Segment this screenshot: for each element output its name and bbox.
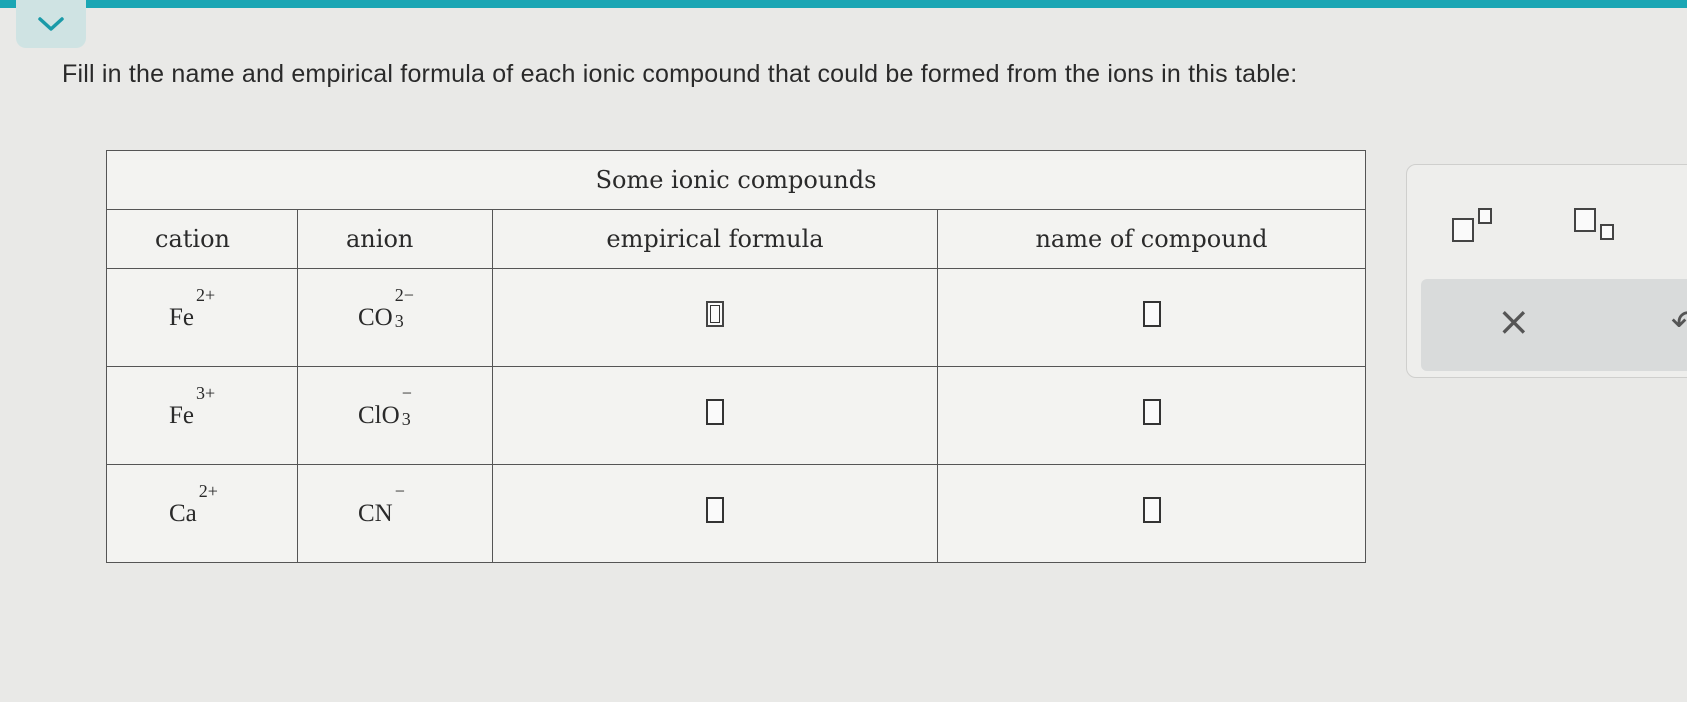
- compound-name-input[interactable]: [1142, 301, 1161, 327]
- table-row: Ca 2+ CN −: [106, 464, 1366, 563]
- subscript-template-icon: [1574, 208, 1614, 240]
- anion-charge: −: [394, 480, 405, 501]
- header-cation: cation: [106, 209, 298, 269]
- question-prompt: Fill in the name and empirical formula o…: [62, 60, 1298, 88]
- empirical-formula-input[interactable]: [706, 497, 724, 523]
- tool-action-bar: × ↶: [1421, 279, 1687, 371]
- chevron-down-icon: [38, 17, 64, 31]
- cation-charge: 3+: [196, 382, 216, 403]
- cation-charge: 2+: [198, 480, 218, 501]
- subscript-button[interactable]: [1571, 207, 1627, 248]
- anion-symbol: ClO: [358, 401, 400, 429]
- anion-cell: CN −: [297, 464, 493, 563]
- cation-symbol: Fe: [169, 401, 194, 429]
- empirical-formula-cell: [492, 268, 938, 367]
- superscript-button[interactable]: [1449, 207, 1505, 248]
- top-accent-bar: [0, 0, 1687, 8]
- cation-symbol: Fe: [169, 303, 194, 331]
- anion-charge: 2−: [394, 284, 414, 305]
- compound-name-input[interactable]: [1142, 399, 1161, 425]
- clear-button[interactable]: ×: [1497, 299, 1531, 345]
- table-row: Fe 3+ ClO − 3: [106, 366, 1366, 465]
- anion-charge: −: [401, 382, 412, 403]
- header-name-of-compound: name of compound: [937, 209, 1366, 269]
- header-empirical-formula: empirical formula: [492, 209, 938, 269]
- compound-name-cell: [937, 366, 1366, 465]
- anion-subscript: 3: [401, 408, 411, 429]
- compound-name-cell: [937, 268, 1366, 367]
- anion-subscript: 3: [394, 310, 404, 331]
- cation-cell: Ca 2+: [106, 464, 298, 563]
- table-caption: Some ionic compounds: [106, 150, 1366, 210]
- anion-cell: CO 2− 3: [297, 268, 493, 367]
- cation-cell: Fe 3+: [106, 366, 298, 465]
- empirical-formula-cell: [492, 464, 938, 563]
- table-row: Fe 2+ CO 2− 3: [106, 268, 1366, 367]
- cation-cell: Fe 2+: [106, 268, 298, 367]
- compound-name-cell: [937, 464, 1366, 563]
- anion-symbol: CO: [358, 303, 393, 331]
- compound-name-input[interactable]: [1142, 497, 1161, 523]
- superscript-template-icon: [1452, 208, 1492, 242]
- empirical-formula-cell: [492, 366, 938, 465]
- header-anion: anion: [297, 209, 493, 269]
- cation-symbol: Ca: [169, 499, 197, 527]
- collapse-button[interactable]: [16, 0, 86, 48]
- empirical-formula-input[interactable]: [706, 399, 724, 425]
- cation-charge: 2+: [196, 284, 216, 305]
- empirical-formula-input[interactable]: [706, 301, 724, 327]
- anion-symbol: CN: [358, 499, 393, 527]
- anion-cell: ClO − 3: [297, 366, 493, 465]
- math-tool-palette: × ↶: [1406, 164, 1687, 378]
- ionic-compounds-table: Some ionic compounds cation anion empiri…: [106, 150, 1366, 563]
- undo-button[interactable]: ↶: [1671, 303, 1687, 343]
